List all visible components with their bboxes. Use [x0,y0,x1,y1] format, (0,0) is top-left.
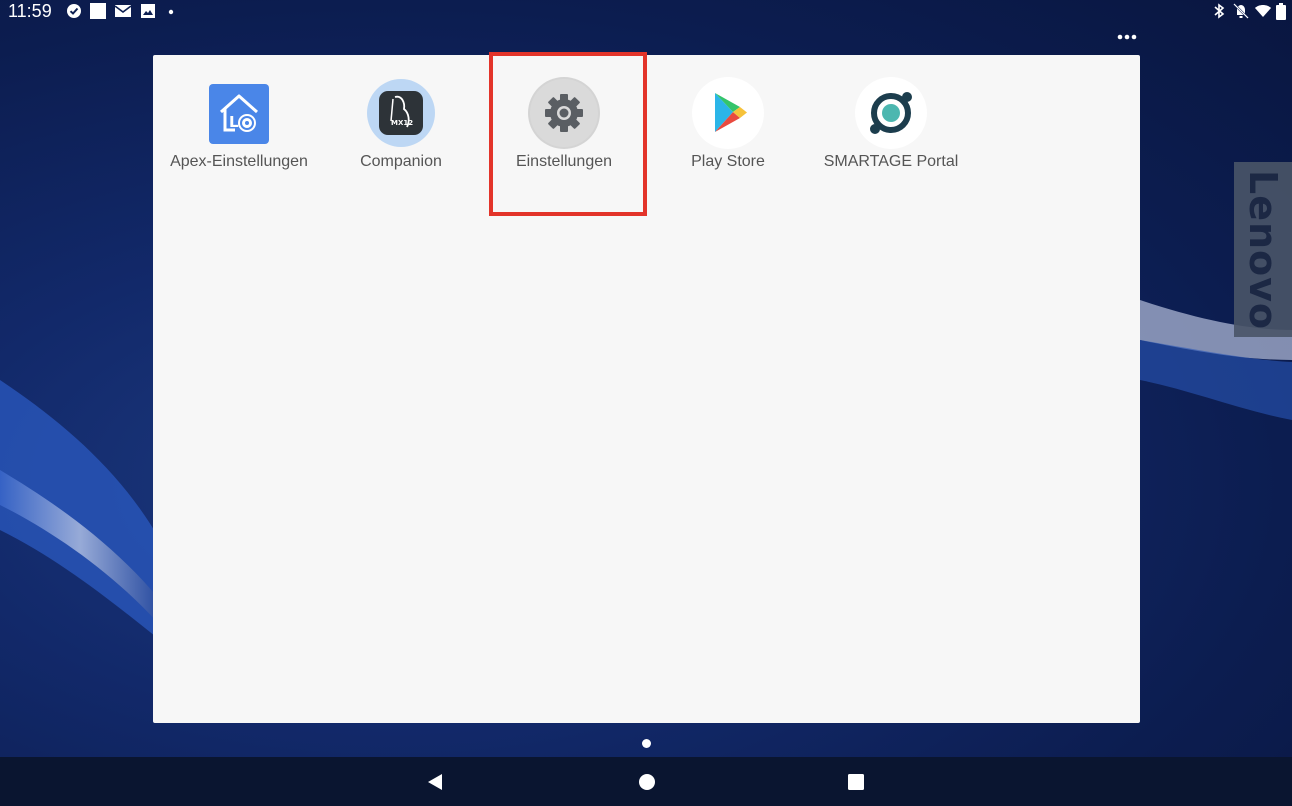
battery-icon [1276,3,1286,20]
recents-icon [848,773,864,790]
app-label: SMARTAGE Portal [823,153,959,170]
check-circle-icon [67,4,81,18]
notifications-off-icon [1233,3,1249,19]
home-icon [639,773,655,790]
more-options-icon[interactable] [1116,28,1140,44]
companion-icon: MX12 [367,79,435,147]
smartage-portal-icon [855,77,927,149]
app-label: Apex-Einstellungen [170,153,308,170]
status-bar: 11:59 [0,0,1292,24]
bluetooth-icon [1214,3,1225,19]
svg-text:L: L [229,113,239,131]
mail-icon [115,5,131,17]
square-icon [90,3,106,19]
back-button[interactable] [405,757,465,806]
image-icon [141,4,155,18]
lenovo-logo: Lenovo [1234,162,1292,337]
app-label: Play Store [691,153,765,170]
back-icon [428,773,442,790]
highlight-box [489,52,647,216]
app-label: Companion [360,153,442,170]
app-companion[interactable]: MX12 Companion [320,77,482,187]
play-store-icon [692,77,764,149]
apex-settings-icon: L [209,84,269,144]
wifi-icon [1255,5,1271,17]
page-indicator [642,739,651,748]
home-button[interactable] [617,757,677,806]
svg-text:MX12: MX12 [391,119,413,127]
recents-button[interactable] [826,757,886,806]
navigation-bar [0,757,1292,806]
dot-icon [168,9,174,15]
app-apex-einstellungen[interactable]: L Apex-Einstellungen [158,77,320,187]
app-play-store[interactable]: Play Store [647,77,809,187]
status-time: 11:59 [8,1,52,21]
app-smartage-portal[interactable]: SMARTAGE Portal [810,77,972,187]
